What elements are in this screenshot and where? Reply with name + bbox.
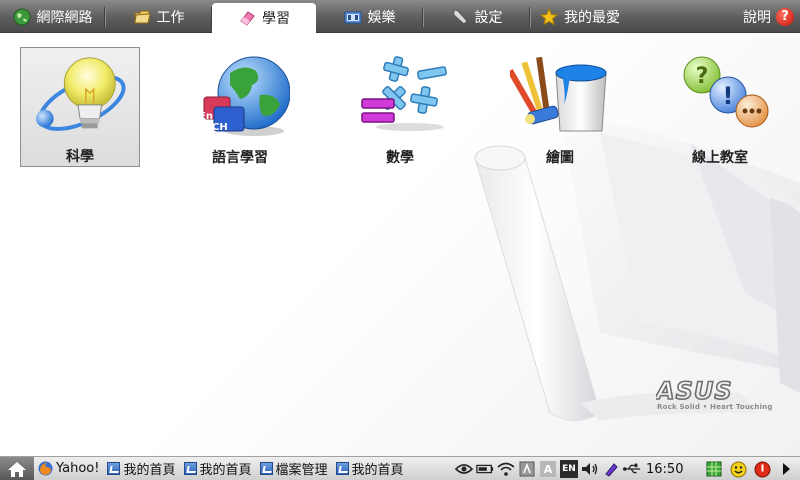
tab-label: 設定 — [474, 9, 503, 26]
top-tab-bar: 網際網路 工作 學習 娛樂 設定 我的最愛 說明 ? — [0, 0, 800, 33]
app-math[interactable]: 數學 — [340, 47, 460, 167]
system-tray: A EN 16:50 — [455, 457, 683, 480]
tab-favorites[interactable]: 我的最愛 — [530, 0, 630, 33]
smiley-icon[interactable] — [729, 460, 747, 478]
star-icon — [540, 7, 558, 26]
taskbar: Yahoo! 我的首頁 我的首頁 檔案管理 我的首頁 A EN 16:50 — [0, 456, 800, 480]
task-my-homepage-3[interactable]: 我的首頁 — [332, 457, 408, 480]
eye-icon[interactable] — [455, 460, 473, 478]
clock: 16:50 — [646, 461, 684, 477]
task-label: Yahoo! — [56, 461, 100, 476]
chat-bubbles-icon: ? ! — [683, 56, 769, 128]
tab-entertainment[interactable]: 娛樂 — [316, 0, 423, 33]
task-my-homepage-2[interactable]: 我的首頁 — [180, 457, 256, 480]
help-button[interactable]: 說明 ? — [743, 0, 794, 33]
wrench-icon — [451, 8, 469, 26]
volume-icon[interactable] — [581, 460, 599, 478]
app-online-classroom[interactable]: ? ! 線上教室 — [660, 47, 780, 167]
math-symbols-icon — [361, 56, 447, 131]
house-icon — [8, 461, 26, 477]
help-label: 說明 — [743, 9, 771, 26]
tab-label: 網際網路 — [36, 9, 93, 26]
globe-icon — [13, 8, 31, 26]
ime-label: A — [540, 461, 556, 477]
task-label: 我的首頁 — [199, 463, 252, 478]
asus-logo-text: ASUS — [656, 379, 733, 403]
pink-eraser-icon — [238, 9, 256, 27]
lightbulb-icon — [35, 57, 126, 131]
window-icon — [183, 462, 197, 475]
power-icon[interactable] — [753, 460, 771, 478]
wifi-icon[interactable] — [497, 460, 515, 478]
window-icon — [335, 462, 349, 475]
asus-logo: ASUS — [656, 379, 733, 403]
tab-label: 學習 — [262, 11, 290, 27]
task-file-manager[interactable]: 檔案管理 — [256, 457, 332, 480]
app-science[interactable]: 科學 — [20, 47, 140, 167]
task-yahoo[interactable]: Yahoo! — [34, 457, 103, 480]
task-my-homepage-1[interactable]: 我的首頁 — [103, 457, 179, 480]
learning-panel: 科學 語言學習 En CH 數學 繪圖 ? ! 線上教室 ASUS Rock S… — [0, 33, 800, 456]
task-label: 我的首頁 — [351, 463, 404, 478]
app-label: 語言學習 — [212, 150, 268, 166]
tab-settings[interactable]: 設定 — [423, 0, 530, 33]
tab-label: 工作 — [156, 9, 185, 26]
ime-icon[interactable]: A — [539, 460, 557, 478]
battery-icon[interactable] — [476, 460, 494, 478]
media-icon — [344, 8, 362, 26]
question-icon: ? — [776, 7, 794, 26]
app-drawing[interactable]: 繪圖 — [500, 47, 620, 167]
app-label: 科學 — [66, 149, 94, 165]
task-label: 檔案管理 — [275, 463, 328, 478]
svg-text:?: ? — [696, 64, 709, 89]
paint-bucket-icon — [510, 56, 607, 132]
app-language-learning[interactable]: 語言學習 — [180, 47, 300, 167]
task-label: 我的首頁 — [123, 463, 176, 478]
pen-icon[interactable] — [602, 460, 620, 478]
usb-icon[interactable] — [623, 460, 641, 478]
arrow-right-icon[interactable] — [777, 460, 795, 478]
app-label: 繪圖 — [546, 150, 574, 166]
tab-work[interactable]: 工作 — [105, 0, 212, 33]
globe-language-icon — [203, 56, 290, 136]
app-label: 線上教室 — [692, 150, 748, 166]
window-icon — [107, 462, 121, 475]
firefox-icon — [38, 461, 53, 476]
apps-grid-icon[interactable] — [705, 460, 723, 478]
asus-tagline: Rock Solid • Heart Touching — [657, 403, 773, 411]
tab-label: 娛樂 — [367, 9, 396, 26]
tab-learning[interactable]: 學習 — [212, 3, 316, 33]
svg-text:!: ! — [723, 82, 734, 110]
tab-internet[interactable]: 網際網路 — [0, 0, 105, 33]
badge-en: En — [199, 111, 213, 122]
tray-right — [705, 457, 795, 480]
keyboard-layout-icon[interactable] — [518, 460, 536, 478]
home-button[interactable] — [0, 456, 34, 480]
language-indicator[interactable]: EN — [560, 460, 578, 478]
window-icon — [259, 462, 273, 475]
app-label: 數學 — [386, 150, 414, 166]
folder-icon — [133, 8, 151, 26]
badge-ch: CH — [212, 122, 228, 133]
tab-label: 我的最愛 — [564, 9, 620, 26]
